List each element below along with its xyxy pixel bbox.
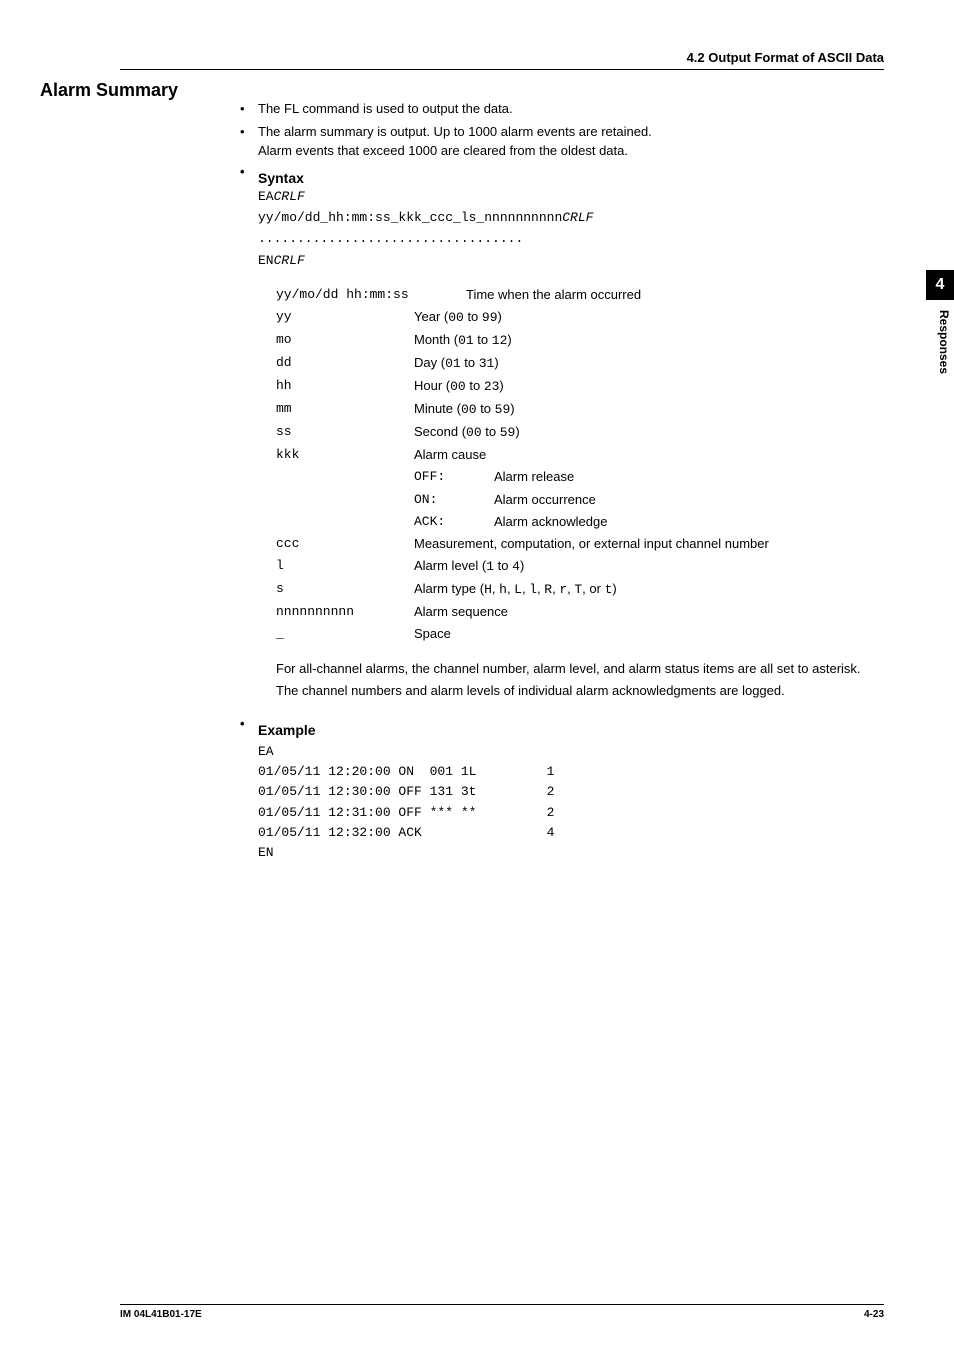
def-key: s (276, 578, 414, 601)
def-row-yy: yy Year (00 to 99) (276, 306, 884, 329)
example-heading: Example (258, 722, 316, 738)
footer-right: 4-23 (864, 1309, 884, 1320)
def-val: Alarm cause (414, 444, 884, 466)
def-key-blank (276, 466, 414, 488)
def-val: Month (01 to 12) (414, 329, 884, 352)
page-footer: IM 04L41B01-17E 4-23 (120, 1304, 884, 1320)
definition-table: yy/mo/dd hh:mm:ss Time when the alarm oc… (276, 284, 884, 646)
chapter-label: Responses (937, 310, 951, 374)
bullet-dot: • (240, 99, 258, 119)
chapter-number: 4 (936, 276, 945, 294)
def-val: OFF: Alarm release (414, 466, 884, 488)
syntax-heading: Syntax (258, 170, 304, 186)
def-row-ccc: ccc Measurement, computation, or externa… (276, 533, 884, 555)
syntax-crlf: CRLF (274, 189, 305, 204)
syntax-heading-row: • Syntax (240, 164, 884, 186)
def-val: Hour (00 to 23) (414, 375, 884, 398)
sub-key: ACK: (414, 511, 494, 533)
bullet-dot-bold: • (240, 164, 258, 186)
syntax-crlf: CRLF (274, 253, 305, 268)
def-row-space: _ Space (276, 623, 884, 645)
def-key: mo (276, 329, 414, 352)
bullet-dot: • (240, 122, 258, 161)
def-val: Space (414, 623, 884, 645)
def-row-dd: dd Day (01 to 31) (276, 352, 884, 375)
note-para-1: For all-channel alarms, the channel numb… (276, 659, 884, 679)
sub-val: Alarm release (494, 466, 574, 488)
def-row-n: nnnnnnnnnn Alarm sequence (276, 601, 884, 623)
chapter-tab: 4 (926, 270, 954, 300)
def-row-kkk-on: ON: Alarm occurrence (276, 489, 884, 511)
def-key: nnnnnnnnnn (276, 601, 414, 623)
def-val: Minute (00 to 59) (414, 398, 884, 421)
bullet-1: • The FL command is used to output the d… (240, 99, 884, 119)
def-key: yy (276, 306, 414, 329)
def-val: Second (00 to 59) (414, 421, 884, 444)
header-rule: 4.2 Output Format of ASCII Data (120, 50, 884, 70)
def-row-hh: hh Hour (00 to 23) (276, 375, 884, 398)
syntax-block: EACRLF yy/mo/dd_hh:mm:ss_kkk_ccc_ls_nnnn… (258, 186, 884, 272)
syntax-line-3: EN (258, 253, 274, 268)
def-key-blank (276, 511, 414, 533)
def-key: mm (276, 398, 414, 421)
def-row-kkk: kkk Alarm cause (276, 444, 884, 466)
def-val: Alarm sequence (414, 601, 884, 623)
def-row-ss: ss Second (00 to 59) (276, 421, 884, 444)
syntax-line-2: yy/mo/dd_hh:mm:ss_kkk_ccc_ls_nnnnnnnnnn (258, 210, 562, 225)
syntax-dots: .................................. (258, 229, 884, 250)
def-key: kkk (276, 444, 414, 466)
example-heading-row: • Example (240, 716, 884, 738)
syntax-line-1: EA (258, 189, 274, 204)
content-body: • The FL command is used to output the d… (240, 99, 884, 863)
def-val: Alarm level (1 to 4) (414, 555, 884, 578)
sub-val: Alarm acknowledge (494, 511, 607, 533)
sub-key: OFF: (414, 466, 494, 488)
bullet-dot-bold: • (240, 716, 258, 738)
footer-left: IM 04L41B01-17E (120, 1309, 202, 1320)
def-row-s: s Alarm type (H, h, L, l, R, r, T, or t) (276, 578, 884, 601)
example-block: EA 01/05/11 12:20:00 ON 001 1L 1 01/05/1… (258, 742, 884, 863)
def-row-mm: mm Minute (00 to 59) (276, 398, 884, 421)
def-row-kkk-off: OFF: Alarm release (276, 466, 884, 488)
def-key: ss (276, 421, 414, 444)
def-key: _ (276, 623, 414, 645)
bullet-2: • The alarm summary is output. Up to 100… (240, 122, 884, 161)
def-val: Year (00 to 99) (414, 306, 884, 329)
def-val: Measurement, computation, or external in… (414, 533, 884, 555)
sub-key: ON: (414, 489, 494, 511)
header-section: 4.2 Output Format of ASCII Data (687, 50, 884, 65)
bullet-2-text: The alarm summary is output. Up to 1000 … (258, 122, 884, 161)
def-row-mo: mo Month (01 to 12) (276, 329, 884, 352)
def-row-l: l Alarm level (1 to 4) (276, 555, 884, 578)
def-row-kkk-ack: ACK: Alarm acknowledge (276, 511, 884, 533)
bullet-1-text: The FL command is used to output the dat… (258, 99, 884, 119)
def-val: ON: Alarm occurrence (414, 489, 884, 511)
def-val: Alarm type (H, h, L, l, R, r, T, or t) (414, 578, 884, 601)
syntax-crlf: CRLF (562, 210, 593, 225)
def-val: ACK: Alarm acknowledge (414, 511, 884, 533)
def-key: dd (276, 352, 414, 375)
def-row-time: yy/mo/dd hh:mm:ss Time when the alarm oc… (276, 284, 884, 306)
def-val: Time when the alarm occurred (466, 284, 884, 306)
def-key: hh (276, 375, 414, 398)
section-title: Alarm Summary (40, 80, 884, 101)
def-val: Day (01 to 31) (414, 352, 884, 375)
def-key: l (276, 555, 414, 578)
def-key: yy/mo/dd hh:mm:ss (276, 284, 466, 306)
def-key-blank (276, 489, 414, 511)
note-para-2: The channel numbers and alarm levels of … (276, 681, 884, 701)
def-key: ccc (276, 533, 414, 555)
sub-val: Alarm occurrence (494, 489, 596, 511)
